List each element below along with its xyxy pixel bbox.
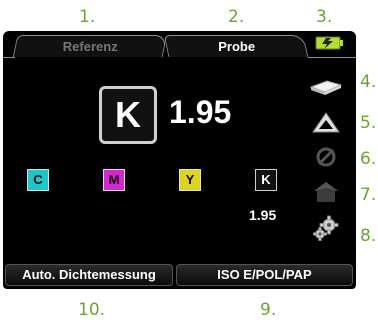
tab-probe[interactable]: Probe [163,35,309,57]
callout-1: 1. [79,7,96,27]
channel-k-value: 1.95 [249,207,277,223]
callout-7: 7. [360,185,377,205]
triangle-icon[interactable] [309,110,343,136]
battery-charging-icon [315,36,343,50]
channel-m[interactable]: M [103,169,125,191]
callout-3: 3. [316,7,333,27]
channel-c[interactable]: C [27,169,49,191]
main-density-value: 1.95 [169,94,232,130]
no-filter-icon[interactable] [309,144,343,170]
tab-probe-label: Probe [217,39,255,54]
house-icon[interactable] [309,179,343,205]
callout-5: 5. [360,113,377,133]
tab-referenz[interactable]: Referenz [12,35,168,57]
callout-6: 6. [360,149,377,169]
device-screen: Referenz Probe K 1.95 C M Y K 1.95 Auto.… [3,31,356,289]
main-channel-indicator: K [99,86,157,144]
callout-9: 9. [260,300,277,320]
callout-4: 4. [360,72,377,92]
channel-y[interactable]: Y [179,169,201,191]
gear-icon[interactable] [309,215,343,241]
callout-2: 2. [228,7,245,27]
callout-10: 10. [78,300,106,320]
auto-density-button[interactable]: Auto. Dichtemessung [5,264,173,286]
channel-k[interactable]: K [255,169,277,191]
tab-referenz-label: Referenz [62,39,118,54]
callout-8: 8. [360,226,377,246]
paper-stack-icon[interactable] [309,73,343,99]
standard-select-button[interactable]: ISO E/POL/PAP [176,264,353,286]
